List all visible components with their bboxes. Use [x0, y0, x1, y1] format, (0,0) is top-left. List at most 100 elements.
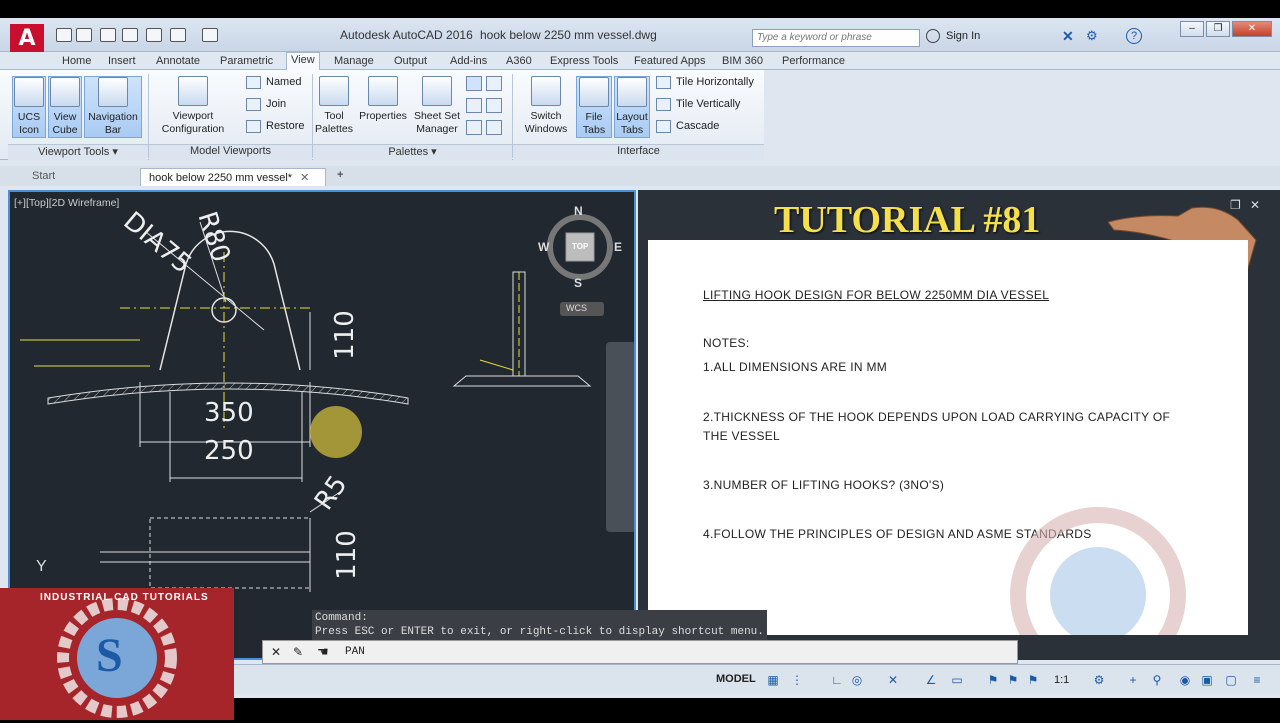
new-icon[interactable] [56, 28, 72, 42]
tab-start[interactable]: Start [24, 168, 136, 186]
drawing-viewport-right[interactable]: TUTORIAL #81 LIFTING HOOK DESIGN FOR BEL… [638, 190, 1280, 660]
undo-icon[interactable] [170, 28, 186, 42]
units-icon[interactable]: ⚲ [1150, 673, 1164, 687]
tab-featured-apps[interactable]: Featured Apps [630, 54, 710, 68]
command-line[interactable]: ✕ ✎ ☚ PAN [262, 640, 1018, 664]
switch-windows-button[interactable]: Switch Windows [520, 76, 572, 138]
dim-110-top: 110 [329, 310, 360, 360]
selection-cycling-icon[interactable]: ▭ [950, 673, 964, 687]
open-icon[interactable] [76, 28, 92, 42]
panel-viewport-tools[interactable]: Viewport Tools ▾ [8, 144, 148, 160]
ortho-icon[interactable]: ∟ [830, 673, 844, 687]
viewport-close-icon[interactable]: ✕ [1250, 198, 1260, 212]
tab-parametric[interactable]: Parametric [216, 54, 277, 68]
tab-a360[interactable]: A360 [502, 54, 536, 68]
compass-east[interactable]: E [614, 240, 622, 254]
a360-icon[interactable]: ⚙ [1086, 28, 1102, 44]
exchange-icon[interactable]: ✕ [1062, 28, 1078, 44]
snap-icon[interactable]: ⋮ [790, 673, 804, 687]
channel-logo: S INDUSTRIAL CAD TUTORIALS [0, 588, 234, 720]
sheet-set-manager-button[interactable]: Sheet Set Manager [412, 76, 462, 138]
auto-scale-icon[interactable]: ⚑ [1006, 673, 1020, 687]
workspace-gear-icon[interactable]: ⚙ [1092, 673, 1106, 687]
join-button[interactable]: Join [246, 98, 286, 111]
cursor-highlight [310, 406, 362, 458]
tab-insert[interactable]: Insert [104, 54, 140, 68]
restore-button[interactable]: ❐ [1206, 21, 1230, 37]
sign-in-button[interactable]: Sign In [946, 30, 980, 42]
panel-palettes[interactable]: Palettes ▾ [313, 144, 512, 160]
file-tabs-button[interactable]: File Tabs [576, 76, 612, 138]
lineweight-icon[interactable]: ∠ [924, 673, 938, 687]
tab-manage[interactable]: Manage [330, 54, 378, 68]
viewcube-top-label[interactable]: TOP [572, 242, 588, 251]
clean-screen-icon[interactable]: ▢ [1224, 673, 1238, 687]
annotation-scale[interactable]: 1:1 [1054, 674, 1069, 686]
design-center-icon[interactable] [486, 76, 502, 91]
named-icon [246, 76, 261, 89]
markup-set-icon[interactable] [486, 98, 502, 113]
note-2a: 2.THICKNESS OF THE HOOK DEPENDS UPON LOA… [703, 410, 1171, 424]
external-references-icon[interactable] [466, 98, 482, 113]
cascade-button[interactable]: Cascade [656, 120, 719, 133]
annotation-scale-icon[interactable]: ⚑ [1026, 673, 1040, 687]
new-tab-button[interactable]: + [332, 168, 352, 186]
tab-express-tools[interactable]: Express Tools [546, 54, 622, 68]
model-space-button[interactable]: MODEL [716, 673, 756, 685]
grid-icon[interactable]: ▦ [766, 673, 780, 687]
redo-icon[interactable] [202, 28, 218, 42]
layout-tabs-button[interactable]: Layout Tabs [614, 76, 650, 138]
minimize-button[interactable]: – [1180, 21, 1204, 37]
help-icon[interactable]: ? [1126, 28, 1142, 44]
plot-icon[interactable] [146, 28, 162, 42]
binoculars-icon[interactable] [926, 29, 940, 43]
tile-horizontally-button[interactable]: Tile Horizontally [656, 76, 754, 89]
tab-output[interactable]: Output [390, 54, 431, 68]
view-cube-button[interactable]: View Cube [48, 76, 82, 138]
tab-view[interactable]: View [286, 52, 320, 71]
compass-west[interactable]: W [538, 240, 549, 254]
application-menu-button[interactable]: A [10, 24, 44, 54]
navigation-bar-button[interactable]: Navigation Bar [84, 76, 142, 138]
viewport-restore-icon[interactable]: ❐ [1230, 198, 1241, 212]
close-command-icon[interactable]: ✕ [271, 645, 281, 659]
tab-performance[interactable]: Performance [778, 54, 849, 68]
annotation-monitor-icon[interactable]: + [1126, 673, 1140, 687]
file-title: hook below 2250 mm vessel.dwg [480, 28, 657, 42]
hardware-acceleration-icon[interactable]: ▣ [1200, 673, 1214, 687]
save-as-icon[interactable] [122, 28, 138, 42]
tab-home[interactable]: Home [58, 54, 95, 68]
command-line-icon[interactable] [466, 76, 482, 91]
properties-icon [368, 76, 398, 106]
customization-icon[interactable]: ≡ [1250, 673, 1264, 687]
tab-annotate[interactable]: Annotate [152, 54, 204, 68]
tile-vertically-button[interactable]: Tile Vertically [656, 98, 740, 111]
ucs-icon-button[interactable]: UCS Icon [12, 76, 46, 138]
command-input[interactable]: PAN [345, 646, 365, 658]
switch-windows-icon [531, 76, 561, 106]
navigation-bar [606, 342, 634, 532]
tool-palettes-button[interactable]: Tool Palettes [314, 76, 354, 138]
quick-calc-icon[interactable] [486, 120, 502, 135]
save-icon[interactable] [100, 28, 116, 42]
viewport-configuration-button[interactable]: Viewport Configuration [154, 76, 232, 138]
polar-icon[interactable]: ◎ [850, 673, 864, 687]
layout-tabs-icon [617, 77, 647, 107]
search-input[interactable]: Type a keyword or phrase [752, 29, 920, 47]
close-button[interactable]: ✕ [1232, 21, 1272, 37]
compass-north[interactable]: N [574, 204, 583, 218]
named-button[interactable]: Named [246, 76, 301, 89]
tab-active-drawing[interactable]: hook below 2250 mm vessel* ✕ [140, 168, 326, 186]
restore-viewport-button[interactable]: Restore [246, 120, 305, 133]
layer-properties-icon[interactable] [466, 120, 482, 135]
tab-bim-360[interactable]: BIM 360 [718, 54, 767, 68]
close-tab-icon[interactable]: ✕ [300, 172, 309, 184]
annotation-visibility-icon[interactable]: ⚑ [986, 673, 1000, 687]
osnap-icon[interactable]: ✕ [886, 673, 900, 687]
properties-button[interactable]: Properties [356, 76, 410, 138]
customize-wrench-icon[interactable]: ✎ [293, 645, 303, 659]
compass-south[interactable]: S [574, 276, 582, 290]
isolate-objects-icon[interactable]: ◉ [1178, 673, 1192, 687]
tab-add-ins[interactable]: Add-ins [446, 54, 491, 68]
wcs-label[interactable]: WCS [566, 303, 587, 313]
